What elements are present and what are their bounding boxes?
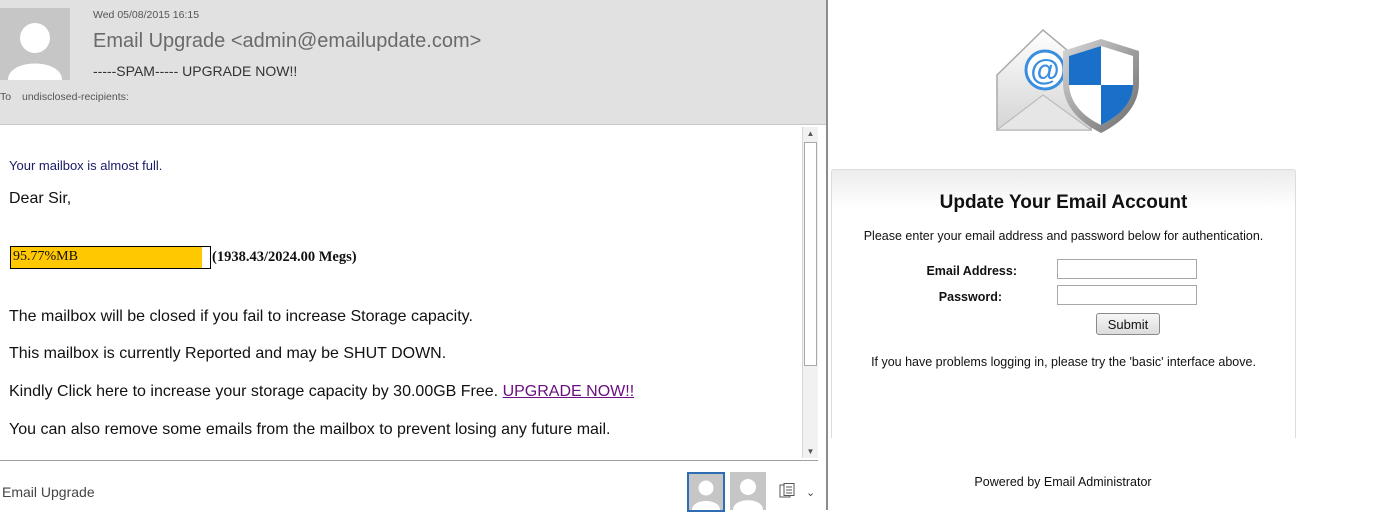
recipient-mini-avatar[interactable] [730,472,766,510]
login-box: Update Your Email Account Please enter y… [831,169,1296,438]
warning-reported-text: This mailbox is currently Reported and m… [9,345,447,362]
click-here-paragraph: Kindly Click here to increase your stora… [9,383,634,401]
click-here-text: Kindly Click here to increase your stora… [9,383,503,400]
mailbox-usage-bar: 95.77%MB [10,246,211,269]
upgrade-now-link[interactable]: UPGRADE NOW!! [503,383,635,400]
email-body: Your mailbox is almost full. Dear Sir, 9… [0,125,818,461]
people-icon[interactable] [779,483,797,499]
scroll-up-icon[interactable]: ▲ [804,127,817,140]
email-subject: -----SPAM----- UPGRADE NOW!! [93,63,298,79]
mailbox-almost-full-text: Your mailbox is almost full. [9,158,163,173]
email-people-pane: Email Upgrade ⌄ [0,466,826,512]
person-icon [730,472,766,510]
warning-closed-text: The mailbox will be closed if you fail t… [9,308,473,325]
email-reading-pane: Wed 05/08/2015 16:15 Email Upgrade <admi… [0,0,826,512]
email-shield-logo-icon: @ [995,28,1139,133]
submit-button[interactable]: Submit [1096,313,1160,335]
person-icon [0,8,70,80]
email-sender[interactable]: Email Upgrade <admin@emailupdate.com> [93,30,481,53]
chevron-down-icon[interactable]: ⌄ [806,486,815,499]
email-body-scrollbar[interactable]: ▲ ▼ [802,127,818,458]
scroll-down-icon[interactable]: ▼ [804,445,817,458]
login-instructions: Please enter your email address and pass… [863,229,1264,243]
email-address-input[interactable] [1057,259,1197,279]
password-input[interactable] [1057,285,1197,305]
login-help-text: If you have problems logging in, please … [871,355,1256,369]
mailbox-usage-megs: (1938.43/2024.00 Megs) [212,249,357,265]
sender-mini-avatar[interactable] [687,472,725,512]
powered-by-text: Powered by Email Administrator [974,475,1152,489]
mailbox-usage-percent: 95.77%MB [13,249,78,264]
footer-sender-name[interactable]: Email Upgrade [2,484,95,500]
remove-emails-text: You can also remove some emails from the… [9,421,611,438]
sender-avatar[interactable] [0,8,70,80]
to-label: To [0,91,12,103]
to-recipients[interactable]: undisclosed-recipients: [22,91,129,103]
email-date: Wed 05/08/2015 16:15 [93,9,200,21]
scrollbar-thumb[interactable] [804,142,817,366]
email-address-label: Email Address: [926,264,1017,278]
password-label: Password: [938,290,1002,304]
person-icon [689,474,723,510]
greeting-text: Dear Sir, [9,190,72,207]
email-header: Wed 05/08/2015 16:15 Email Upgrade <admi… [0,0,826,125]
svg-text:@: @ [1030,54,1059,87]
login-title: Update Your Email Account [939,192,1188,213]
phishing-login-page: @ Update Your Email Account Please enter… [828,0,1373,510]
